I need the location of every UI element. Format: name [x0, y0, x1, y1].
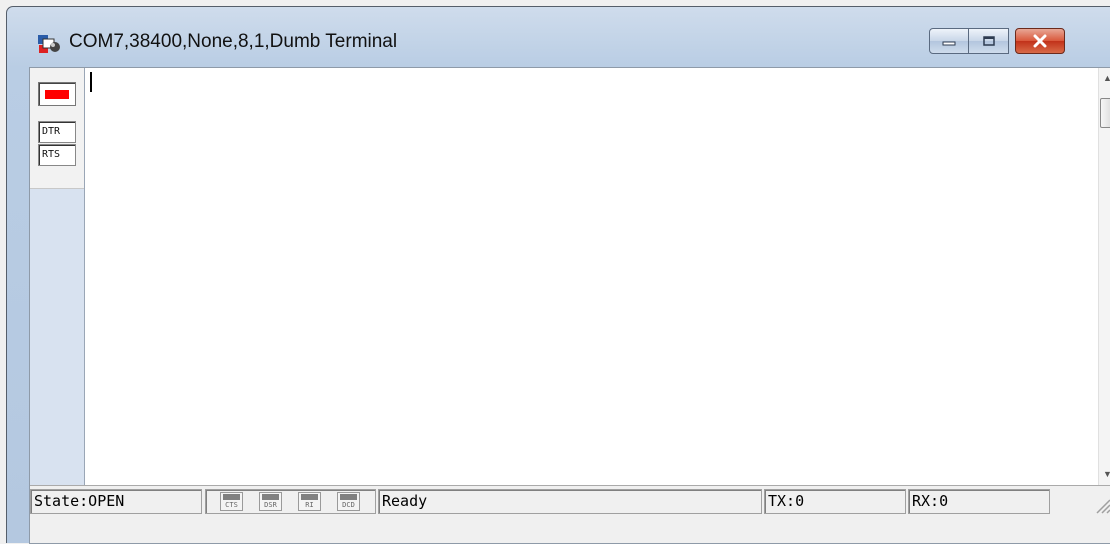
connection-state: State:OPEN — [30, 489, 202, 514]
dtr-toggle-button[interactable]: DTR — [38, 121, 76, 143]
dsr-label: DSR — [264, 501, 277, 509]
close-icon — [1033, 34, 1047, 48]
connection-led-icon — [45, 90, 69, 99]
maximize-icon — [982, 36, 995, 46]
close-button[interactable] — [1015, 28, 1065, 54]
signal-buttons-area: DTR RTS — [30, 68, 84, 189]
scroll-down-arrow-icon[interactable]: ▼ — [1099, 466, 1110, 483]
cts-label: CTS — [225, 501, 238, 509]
terminal-app-icon[interactable] — [37, 33, 61, 55]
signal-control-panel: DTR RTS — [30, 68, 85, 485]
tx-counter: TX:0 — [764, 489, 906, 514]
cts-light: CTS — [220, 492, 243, 511]
client-area: DTR RTS ▲ ▼ State:OPEN CTS DSR RI DCD Re… — [29, 67, 1110, 544]
maximize-button[interactable] — [969, 28, 1009, 54]
dsr-lamp-icon — [262, 494, 279, 500]
dcd-lamp-icon — [340, 494, 357, 500]
dsr-light: DSR — [259, 492, 282, 511]
scroll-up-arrow-icon[interactable]: ▲ — [1099, 70, 1110, 87]
resize-grip-icon[interactable] — [1093, 496, 1110, 514]
text-caret — [90, 72, 92, 92]
status-bar: State:OPEN CTS DSR RI DCD Ready TX:0 RX:… — [30, 485, 1110, 543]
status-message: Ready — [378, 489, 762, 514]
ri-lamp-icon — [301, 494, 318, 500]
minimize-button[interactable] — [929, 28, 969, 54]
ri-light: RI — [298, 492, 321, 511]
minimize-icon — [942, 41, 956, 46]
terminal-output[interactable] — [85, 68, 1098, 485]
cts-lamp-icon — [223, 494, 240, 500]
dcd-label: DCD — [342, 501, 355, 509]
dcd-light: DCD — [337, 492, 360, 511]
modem-lights: CTS DSR RI DCD — [205, 489, 376, 514]
vertical-scrollbar[interactable]: ▲ ▼ — [1098, 68, 1110, 485]
ri-label: RI — [305, 501, 314, 509]
rx-counter: RX:0 — [908, 489, 1050, 514]
terminal-window: COM7,38400,None,8,1,Dumb Terminal DTR RT… — [6, 6, 1110, 544]
scroll-thumb[interactable] — [1100, 98, 1110, 128]
connect-toggle-button[interactable] — [38, 82, 76, 106]
title-bar[interactable]: COM7,38400,None,8,1,Dumb Terminal — [7, 7, 1110, 67]
rts-toggle-button[interactable]: RTS — [38, 144, 76, 166]
window-title: COM7,38400,None,8,1,Dumb Terminal — [69, 31, 398, 52]
